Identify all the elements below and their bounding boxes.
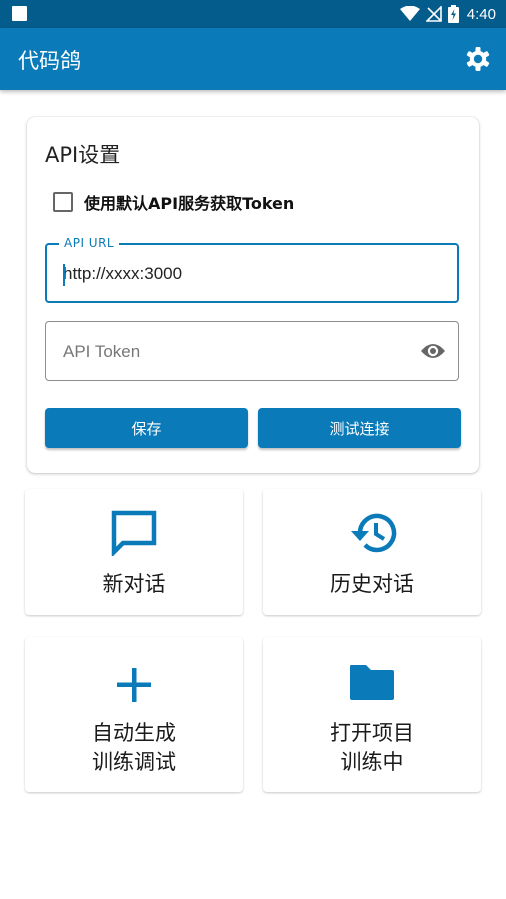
test-connection-button[interactable]: 测试连接 bbox=[258, 408, 461, 448]
auto-train-tile[interactable]: 自动生成 训练调试 bbox=[25, 637, 243, 792]
use-default-api-checkbox[interactable] bbox=[53, 192, 73, 212]
api-token-field[interactable]: API Token bbox=[45, 321, 459, 381]
auto-train-label-2: 训练调试 bbox=[92, 750, 176, 774]
folder-icon bbox=[350, 665, 394, 700]
api-url-label: API URL bbox=[59, 236, 120, 250]
notification-icon bbox=[12, 6, 27, 21]
battery-charging-icon bbox=[447, 5, 459, 23]
history-label: 历史对话 bbox=[330, 572, 414, 596]
open-project-tile[interactable]: 打开项目 训练中 bbox=[263, 637, 481, 792]
clock: 4:40 bbox=[466, 5, 496, 23]
app-title: 代码鸽 bbox=[18, 49, 81, 73]
api-url-input[interactable]: http://xxxx:3000 bbox=[63, 264, 182, 284]
system-icons: 4:40 bbox=[399, 3, 496, 25]
save-button[interactable]: 保存 bbox=[45, 408, 248, 448]
api-settings-card: API设置 使用默认API服务获取Token API URL http://xx… bbox=[27, 117, 479, 473]
eye-icon[interactable] bbox=[420, 340, 446, 362]
history-tile[interactable]: 历史对话 bbox=[263, 489, 481, 615]
settings-icon[interactable] bbox=[464, 45, 492, 73]
chat-bubble-icon bbox=[111, 510, 157, 556]
status-bar: 4:40 bbox=[0, 0, 506, 28]
wifi-icon bbox=[399, 6, 420, 21]
use-default-api-label: 使用默认API服务获取Token bbox=[84, 194, 295, 213]
api-token-input[interactable]: API Token bbox=[63, 342, 140, 362]
card-title: API设置 bbox=[45, 143, 121, 167]
auto-train-label-1: 自动生成 bbox=[92, 721, 176, 745]
no-signal-icon bbox=[425, 6, 442, 22]
history-icon bbox=[351, 513, 397, 553]
api-url-field[interactable]: API URL http://xxxx:3000 bbox=[45, 236, 459, 303]
use-default-api-row[interactable]: 使用默认API服务获取Token bbox=[53, 191, 294, 213]
app-bar: 代码鸽 bbox=[0, 28, 506, 90]
new-chat-tile[interactable]: 新对话 bbox=[25, 489, 243, 615]
open-project-label-1: 打开项目 bbox=[330, 721, 414, 745]
text-cursor bbox=[63, 264, 65, 286]
new-chat-label: 新对话 bbox=[102, 572, 166, 596]
plus-icon bbox=[117, 668, 151, 702]
open-project-label-2: 训练中 bbox=[340, 750, 404, 774]
